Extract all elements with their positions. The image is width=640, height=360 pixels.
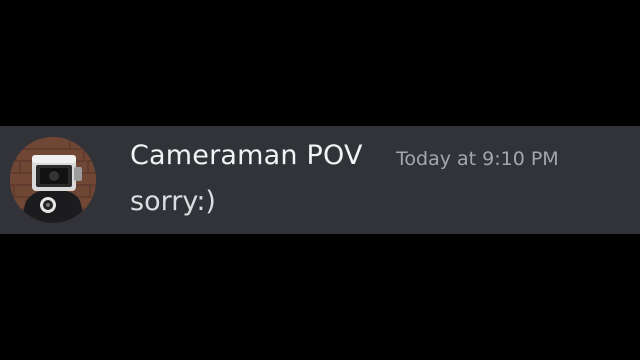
cameraman-avatar-icon[interactable] bbox=[10, 137, 96, 223]
screen: Cameraman POV Today at 9:10 PM sorry:) bbox=[0, 0, 640, 360]
chat-message[interactable]: Cameraman POV Today at 9:10 PM sorry:) bbox=[0, 126, 640, 234]
message-content: sorry:) bbox=[130, 186, 216, 217]
message-author[interactable]: Cameraman POV bbox=[130, 140, 363, 171]
message-timestamp[interactable]: Today at 9:10 PM bbox=[396, 148, 559, 170]
